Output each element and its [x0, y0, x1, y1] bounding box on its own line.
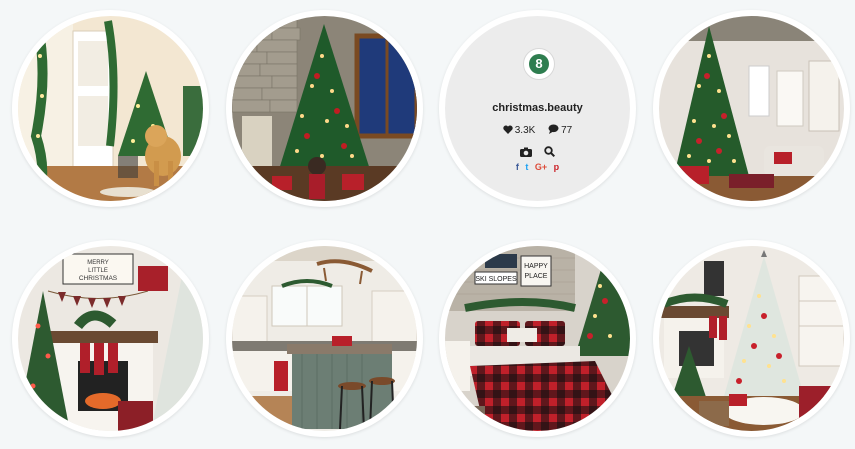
- hallway-dog-image: [18, 16, 203, 201]
- gallery-item-5[interactable]: MERRY LITTLE CHRISTMAS: [12, 240, 209, 437]
- avatar-badge: 8: [529, 54, 549, 74]
- gallery-item-7[interactable]: SKI SLOPES HAPPY PLACE: [439, 240, 636, 437]
- camera-button[interactable]: [519, 144, 532, 162]
- profile-username[interactable]: christmas.beauty: [445, 102, 630, 114]
- speech-bubble-icon: [548, 124, 559, 134]
- profile-stats: 3.3K 77: [445, 124, 630, 136]
- facebook-share-icon[interactable]: f: [516, 162, 519, 172]
- fireplace-mantel-image: MERRY LITTLE CHRISTMAS: [18, 246, 203, 431]
- stone-wall-tree-image: [232, 16, 417, 201]
- profile-card-background: 8 christmas.beauty 3.3K 77 f t G+ p: [445, 16, 630, 201]
- gallery-photo-1[interactable]: [18, 16, 203, 201]
- google-plus-share-icon[interactable]: G+: [535, 162, 547, 172]
- avatar[interactable]: 8: [523, 48, 555, 80]
- gallery-item-1[interactable]: [12, 10, 209, 207]
- heart-icon: [503, 125, 513, 134]
- comments-count: 77: [561, 125, 573, 136]
- kitchen-island-image: [232, 246, 417, 431]
- living-room-tree-image: [659, 16, 844, 201]
- gallery-item-4[interactable]: [653, 10, 850, 207]
- profile-card[interactable]: 8 christmas.beauty 3.3K 77 f t G+ p: [439, 10, 636, 207]
- mantel-sign-line-3: CHRISTMAS: [79, 275, 118, 282]
- flocked-tree-living-room-image: [659, 246, 844, 431]
- plaid-bedroom-image: SKI SLOPES HAPPY PLACE: [445, 246, 630, 431]
- mantel-sign-line-2: LITTLE: [88, 268, 108, 274]
- gallery-item-6[interactable]: [226, 240, 423, 437]
- search-button[interactable]: [544, 144, 556, 162]
- comments-stat: 77: [548, 124, 572, 136]
- gallery-item-2[interactable]: [226, 10, 423, 207]
- gallery-item-8[interactable]: [653, 240, 850, 437]
- gallery-photo-8[interactable]: [659, 246, 844, 431]
- twitter-share-icon[interactable]: t: [525, 162, 528, 172]
- ski-slopes-sign: SKI SLOPES: [475, 276, 517, 283]
- share-links: f t G+ p: [445, 162, 630, 172]
- profile-actions: [445, 144, 630, 162]
- happy-place-sign-line-1: HAPPY: [524, 263, 548, 270]
- happy-place-sign-line-2: PLACE: [525, 273, 548, 280]
- gallery-photo-7[interactable]: SKI SLOPES HAPPY PLACE: [445, 246, 630, 431]
- gallery-photo-5[interactable]: MERRY LITTLE CHRISTMAS: [18, 246, 203, 431]
- gallery-photo-4[interactable]: [659, 16, 844, 201]
- mantel-sign-line-1: MERRY: [87, 260, 109, 266]
- pinterest-share-icon[interactable]: p: [554, 162, 560, 172]
- gallery-photo-6[interactable]: [232, 246, 417, 431]
- likes-stat: 3.3K: [503, 125, 536, 136]
- camera-icon: [519, 147, 532, 157]
- search-icon: [544, 146, 556, 158]
- gallery-photo-2[interactable]: [232, 16, 417, 201]
- likes-count: 3.3K: [514, 125, 536, 136]
